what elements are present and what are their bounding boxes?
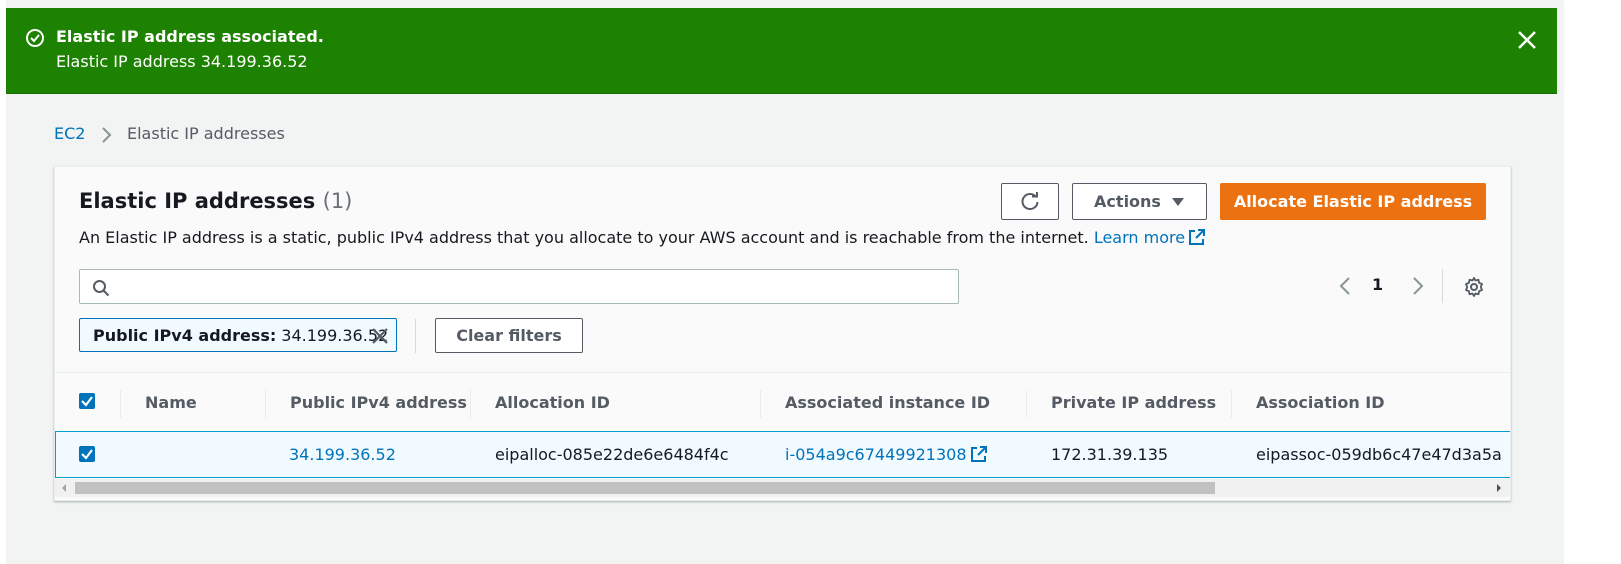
breadcrumb-link-ec2[interactable]: EC2	[54, 124, 85, 143]
horizontal-scrollbar[interactable]	[55, 479, 1510, 497]
scroll-right-arrow-icon[interactable]	[1495, 484, 1503, 492]
elastic-ip-table-container: Elastic IP addresses (1) Actions Allocat…	[54, 166, 1511, 501]
column-divider	[1231, 390, 1232, 418]
learn-more-label: Learn more	[1093, 228, 1186, 247]
chevron-left-icon[interactable]	[1334, 274, 1358, 298]
page-title: Elastic IP addresses (1)	[79, 189, 352, 213]
chevron-right-icon	[102, 127, 112, 143]
column-header-public-ip[interactable]: Public IPv4 address	[290, 393, 467, 412]
actions-dropdown-button[interactable]: Actions	[1072, 183, 1207, 220]
description-text: An Elastic IP address is a static, publi…	[79, 228, 1089, 247]
external-link-icon	[970, 446, 987, 462]
flash-message: Elastic IP address 34.199.36.52	[56, 52, 308, 71]
chevron-right-icon[interactable]	[1405, 274, 1429, 298]
instance-id-text: i-054a9c67449921308	[785, 445, 967, 464]
scrollbar-thumb[interactable]	[75, 482, 1215, 494]
check-icon	[81, 396, 93, 407]
column-divider	[1026, 390, 1027, 418]
cell-public-ip-link[interactable]: 34.199.36.52	[289, 445, 396, 464]
close-icon[interactable]	[1515, 28, 1539, 52]
cell-association-id: eipassoc-059db6c47e47d3a5a	[1256, 445, 1502, 464]
column-divider	[470, 390, 471, 418]
success-check-icon	[26, 29, 44, 47]
filter-token: Public IPv4 address: 34.199.36.52	[79, 318, 397, 352]
clear-filters-button[interactable]: Clear filters	[435, 318, 583, 353]
select-all-checkbox[interactable]	[79, 393, 95, 409]
filter-token-key: Public IPv4 address:	[93, 325, 277, 345]
header-description: An Elastic IP address is a static, publi…	[79, 228, 1206, 247]
column-header-allocation-id[interactable]: Allocation ID	[495, 393, 610, 412]
table-row[interactable]: 34.199.36.52 eipalloc-085e22de6e6484f4c …	[55, 431, 1510, 478]
page-number-button[interactable]: 1	[1372, 275, 1383, 294]
search-box[interactable]	[79, 269, 959, 304]
search-input[interactable]	[120, 275, 944, 301]
refresh-button[interactable]	[1001, 183, 1059, 220]
cell-private-ip: 172.31.39.135	[1051, 445, 1169, 464]
table-header: Name Public IPv4 address Allocation ID A…	[55, 372, 1510, 436]
settings-gear-icon[interactable]	[1462, 275, 1486, 299]
scroll-left-arrow-icon[interactable]	[60, 484, 68, 492]
column-header-private-ip[interactable]: Private IP address	[1051, 393, 1216, 412]
column-divider	[760, 390, 761, 418]
flash-title: Elastic IP address associated.	[56, 27, 324, 46]
search-icon	[93, 280, 110, 297]
column-divider	[120, 390, 121, 418]
item-count: (1)	[322, 189, 353, 213]
column-header-name[interactable]: Name	[145, 393, 197, 412]
filter-divider	[415, 319, 416, 353]
pager-divider	[1442, 269, 1443, 303]
learn-more-link[interactable]: Learn more	[1093, 228, 1206, 247]
refresh-icon	[1021, 191, 1039, 210]
check-icon	[81, 449, 93, 460]
remove-filter-icon[interactable]	[370, 326, 390, 346]
success-flashbar: Elastic IP address associated. Elastic I…	[6, 8, 1557, 94]
cell-allocation-id: eipalloc-085e22de6e6484f4c	[495, 445, 729, 464]
column-header-instance-id[interactable]: Associated instance ID	[785, 393, 990, 412]
external-link-icon	[1189, 229, 1206, 245]
column-header-association-id[interactable]: Association ID	[1256, 393, 1385, 412]
row-select-checkbox[interactable]	[79, 446, 95, 462]
caret-down-icon	[1171, 197, 1184, 206]
actions-label: Actions	[1094, 192, 1161, 211]
title-text: Elastic IP addresses	[79, 189, 316, 213]
column-divider	[265, 390, 266, 418]
allocate-elastic-ip-button[interactable]: Allocate Elastic IP address	[1220, 183, 1486, 220]
cell-instance-id-link[interactable]: i-054a9c67449921308	[785, 445, 987, 464]
breadcrumb-current: Elastic IP addresses	[127, 124, 285, 143]
